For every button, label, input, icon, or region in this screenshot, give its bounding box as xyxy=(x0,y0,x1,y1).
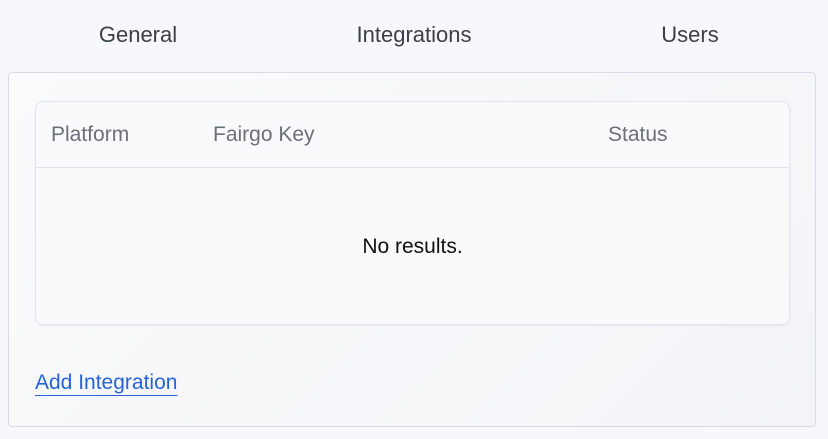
empty-state-message: No results. xyxy=(362,234,463,258)
column-header-fairgo-key: Fairgo Key xyxy=(213,122,315,146)
tab-general[interactable]: General xyxy=(0,0,276,72)
tab-bar: General Integrations Users xyxy=(0,0,828,72)
column-header-platform: Platform xyxy=(51,122,130,146)
column-header-status: Status xyxy=(608,122,668,146)
tab-integrations[interactable]: Integrations xyxy=(276,0,552,72)
tab-users[interactable]: Users xyxy=(552,0,828,72)
integrations-panel: Platform Fairgo Key Status No results. A… xyxy=(8,72,816,427)
table-header: Platform Fairgo Key Status xyxy=(36,102,789,168)
integrations-table: Platform Fairgo Key Status No results. xyxy=(35,101,790,325)
add-integration-link[interactable]: Add Integration xyxy=(35,371,177,395)
